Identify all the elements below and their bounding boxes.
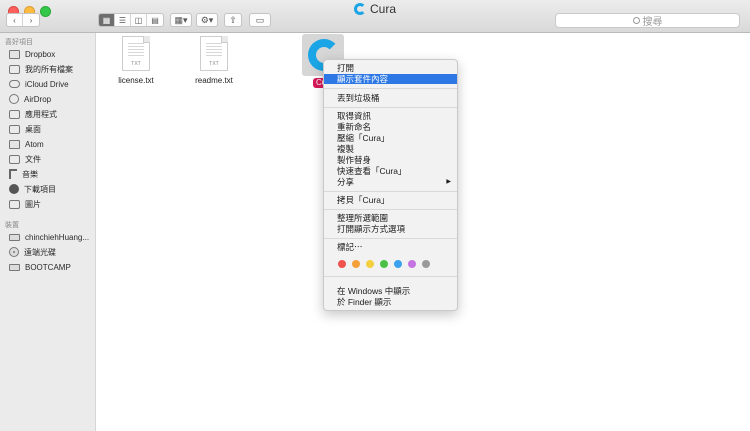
list-view-icon[interactable]: ☰ (115, 14, 131, 26)
group-icon: ▦▾ (174, 14, 188, 25)
column-view-icon[interactable]: ◫ (131, 14, 147, 26)
disc-icon (9, 247, 19, 257)
file-name: license.txt (118, 76, 154, 85)
chevron-left-icon[interactable]: ‹ (7, 14, 23, 26)
sidebar-item-pictures[interactable]: 圖片 (9, 197, 41, 211)
menu-separator (324, 191, 457, 192)
devices-header: 裝置 (5, 222, 19, 229)
menu-separator (324, 276, 457, 277)
gallery-view-icon[interactable]: ▤ (147, 14, 163, 26)
tag-gray[interactable] (422, 260, 430, 268)
menu-item-rename[interactable]: 重新命名 (324, 122, 457, 132)
menu-item-compress[interactable]: 壓縮「Cura」 (324, 133, 457, 143)
sidebar-item-bootcamp[interactable]: BOOTCAMP (9, 260, 71, 274)
text-file-icon: TXT (200, 36, 228, 71)
back-forward-control: ‹ › (6, 13, 40, 27)
tag-red[interactable] (338, 260, 346, 268)
search-icon (632, 17, 640, 24)
cura-app-icon (353, 3, 366, 15)
favorites-header: 喜好項目 (5, 39, 33, 46)
sidebar-item-airdrop[interactable]: AirDrop (9, 92, 51, 106)
menu-item-move-to-trash[interactable]: 丟到垃圾桶 (324, 93, 457, 103)
menu-item-get-info[interactable]: 取得資訊 (324, 111, 457, 121)
tag-purple[interactable] (408, 260, 416, 268)
drive-icon (9, 263, 20, 271)
file-name: readme.txt (195, 76, 233, 85)
desktop-icon (9, 124, 20, 134)
folder-icon (9, 49, 20, 59)
tag-yellow[interactable] (366, 260, 374, 268)
sidebar-item-downloads[interactable]: 下載項目 (9, 182, 56, 196)
sidebar-item-dropbox[interactable]: Dropbox (9, 47, 55, 61)
sidebar-item-atom[interactable]: Atom (9, 137, 44, 151)
file-readme[interactable]: TXT readme.txt (184, 36, 244, 85)
menu-item-share[interactable]: 分享 ▶ (324, 177, 457, 187)
menu-item-copy[interactable]: 拷貝「Cura」 (324, 195, 457, 205)
menu-separator (324, 209, 457, 210)
menu-separator (324, 88, 457, 89)
sidebar-item-documents[interactable]: 文件 (9, 152, 41, 166)
music-icon (9, 169, 17, 179)
menu-item-make-alias[interactable]: 製作替身 (324, 155, 457, 165)
menu-item-show-in-finder[interactable]: 於 Finder 顯示 (324, 297, 457, 307)
sidebar-item-desktop[interactable]: 桌面 (9, 122, 41, 136)
menu-item-tags[interactable]: 標記⋯ (324, 242, 457, 252)
menu-item-show-in-windows[interactable]: 在 Windows 中顯示 (324, 286, 457, 296)
submenu-arrow-icon: ▶ (446, 179, 451, 185)
tag-icon: ▭ (255, 14, 265, 25)
sidebar-item-icloud-drive[interactable]: iCloud Drive (9, 77, 69, 91)
tag-green[interactable] (380, 260, 388, 268)
sidebar-item-remote-disc[interactable]: 遠端光碟 (9, 245, 56, 259)
sidebar: 喜好項目 Dropbox 我的所有檔案 iCloud Drive AirDrop… (0, 33, 96, 431)
view-mode-control: ▦ ☰ ◫ ▤ (98, 13, 164, 27)
sidebar-item-macbook[interactable]: chinchiehHuang... (9, 230, 89, 244)
tag-orange[interactable] (352, 260, 360, 268)
text-file-icon: TXT (122, 36, 150, 71)
menu-separator (324, 107, 457, 108)
documents-icon (9, 154, 20, 164)
tag-blue[interactable] (394, 260, 402, 268)
all-files-icon (9, 64, 20, 74)
cloud-icon (9, 80, 20, 88)
menu-separator (324, 238, 457, 239)
menu-item-show-view-options[interactable]: 打開顯示方式選項 (324, 224, 457, 234)
title-bar: Cura ‹ › ▦ ☰ ◫ ▤ ▦▾ ⚙▾ ⇧ ▭ 搜尋 (0, 0, 750, 33)
sidebar-item-applications[interactable]: 應用程式 (9, 107, 57, 121)
menu-item-duplicate[interactable]: 複製 (324, 144, 457, 154)
airdrop-icon (9, 94, 19, 104)
group-button[interactable]: ▦▾ (170, 13, 192, 27)
applications-icon (9, 109, 20, 119)
laptop-icon (9, 233, 20, 241)
file-license[interactable]: TXT license.txt (106, 36, 166, 85)
pictures-icon (9, 199, 20, 209)
sidebar-item-all-files[interactable]: 我的所有檔案 (9, 62, 73, 76)
menu-item-open[interactable]: 打開 (324, 63, 457, 73)
share-button[interactable]: ⇧ (224, 13, 242, 27)
folder-icon (9, 139, 20, 149)
share-icon: ⇧ (229, 14, 237, 25)
sidebar-item-music[interactable]: 音樂 (9, 167, 38, 181)
gear-icon: ⚙▾ (200, 14, 214, 25)
icon-view-icon[interactable]: ▦ (99, 14, 115, 26)
action-button[interactable]: ⚙▾ (196, 13, 218, 27)
menu-item-show-package-contents[interactable]: 顯示套件內容 (324, 74, 457, 84)
menu-item-clean-up-selection[interactable]: 整理所選範圍 (324, 213, 457, 223)
chevron-right-icon[interactable]: › (23, 14, 39, 26)
context-menu: 打開 顯示套件內容 丟到垃圾桶 取得資訊 重新命名 壓縮「Cura」 複製 製作… (323, 59, 458, 311)
search-input[interactable]: 搜尋 (555, 13, 740, 28)
tag-button[interactable]: ▭ (249, 13, 271, 27)
menu-item-quick-look[interactable]: 快速查看「Cura」 (324, 166, 457, 176)
download-icon (9, 184, 19, 194)
